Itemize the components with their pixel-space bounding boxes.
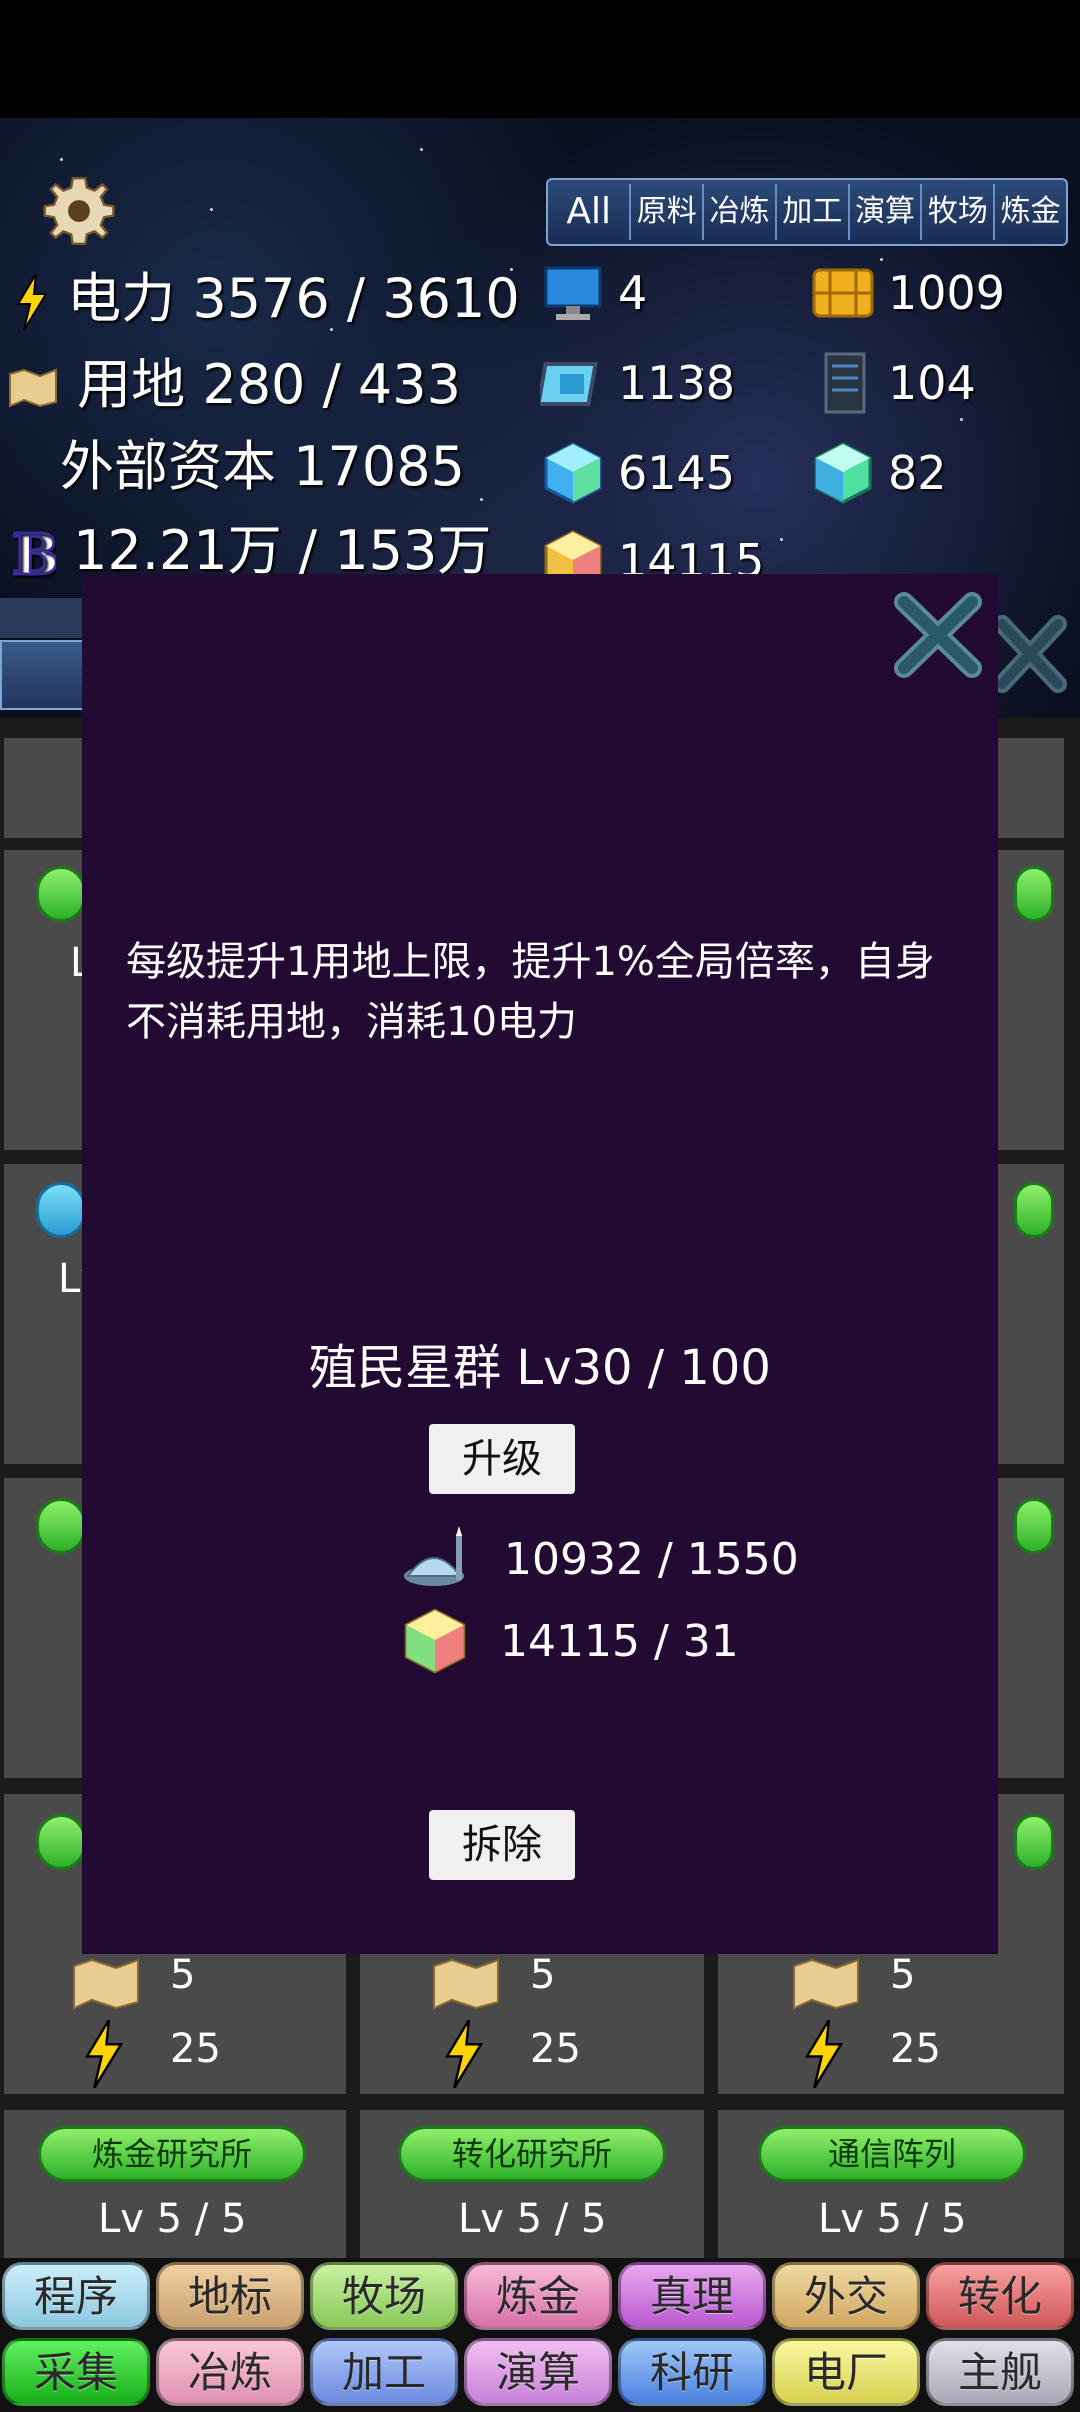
building-name-tag[interactable]: 转化研究所: [398, 2126, 666, 2182]
tab-landmark[interactable]: 地标: [156, 2262, 304, 2330]
lightning-icon: [84, 2020, 124, 2088]
tab-ranch[interactable]: 牧场: [310, 2262, 458, 2330]
tab-convert[interactable]: 转化: [926, 2262, 1074, 2330]
building-name-level: 殖民星群 Lv30 / 100: [309, 1340, 771, 1396]
dome-icon: [404, 1526, 464, 1586]
server-icon: [824, 352, 866, 414]
power-stat: 电力 3576 / 3610: [14, 254, 520, 333]
tab-alchemy[interactable]: 炼金: [464, 2262, 612, 2330]
grid-cell: [4, 738, 82, 838]
tab-smelt[interactable]: 冶炼: [156, 2338, 304, 2406]
map-icon: [73, 1958, 139, 2010]
building-tag-partial: [36, 1814, 86, 1870]
building-tag-partial: [1014, 1182, 1054, 1238]
tab-truth[interactable]: 真理: [618, 2262, 766, 2330]
resource-chip: 1009: [810, 260, 1005, 326]
resource-crystal-blue: 6145: [540, 440, 735, 506]
tab-compute[interactable]: 演算: [850, 184, 923, 240]
tab-program[interactable]: 程序: [2, 2262, 150, 2330]
land-label: 用地 280 / 433: [77, 353, 461, 416]
crystal-blue-icon: [544, 442, 602, 504]
upgrade-cost-1: 10932 / 1550: [400, 1526, 799, 1592]
tab-diplomacy[interactable]: 外交: [772, 2262, 920, 2330]
computer-icon: [544, 266, 602, 320]
tab-research[interactable]: 科研: [618, 2338, 766, 2406]
chip-card-icon: [812, 268, 874, 318]
land-stat: 用地 280 / 433: [6, 340, 461, 419]
building-name-tag[interactable]: 炼金研究所: [38, 2126, 306, 2182]
resource-cpu: 1138: [540, 350, 735, 416]
building-list-tab-partial: [0, 640, 90, 710]
category-tabs: All 原料 冶炼 加工 演算 牧场 炼金: [546, 178, 1068, 246]
lightning-icon: [16, 274, 48, 331]
resource-crystal-green: 82: [810, 440, 947, 506]
capital-stat: 外部资本 17085: [60, 422, 465, 501]
tab-all[interactable]: All: [548, 184, 632, 240]
close-icon[interactable]: [990, 612, 1070, 696]
map-icon: [433, 1958, 499, 2010]
tab-process[interactable]: 加工: [777, 184, 850, 240]
svg-text:B: B: [12, 526, 56, 582]
power-label: 电力 3576 / 3610: [67, 267, 520, 330]
bottom-tab-bar: 程序 地标 牧场 炼金 真理 外交 转化 采集 冶炼 加工 演算 科研 电厂 主…: [0, 2258, 1080, 2412]
tab-smelt[interactable]: 冶炼: [704, 184, 777, 240]
crystal-green-icon: [814, 442, 872, 504]
building-level: Lv 5 / 5: [458, 2196, 607, 2242]
building-detail-modal: [82, 574, 998, 1954]
building-name-tag[interactable]: 通信阵列: [758, 2126, 1026, 2182]
tab-gather[interactable]: 采集: [2, 2338, 150, 2406]
building-tag-partial: [36, 866, 86, 922]
tab-mothership[interactable]: 主舰: [926, 2338, 1074, 2406]
building-tag-partial: [1014, 1814, 1054, 1870]
tab-ranch[interactable]: 牧场: [922, 184, 996, 240]
status-bar: [0, 0, 1080, 118]
tab-raw[interactable]: 原料: [631, 184, 705, 240]
tab-alchemy[interactable]: 炼金: [995, 184, 1066, 240]
building-level: Lv 5 / 5: [818, 2196, 967, 2242]
grid-cell: [998, 738, 1064, 838]
map-icon: [793, 1958, 859, 2010]
building-tag-partial: [36, 1498, 86, 1554]
tab-process[interactable]: 加工: [310, 2338, 458, 2406]
tab-compute[interactable]: 演算: [464, 2338, 612, 2406]
building-level: Lv 5 / 5: [98, 2196, 247, 2242]
tab-powerplant[interactable]: 电厂: [772, 2338, 920, 2406]
lightning-icon: [444, 2020, 484, 2088]
upgrade-button[interactable]: 升级: [429, 1424, 575, 1494]
crystal-rainbow-icon: [404, 1608, 466, 1674]
building-tag-partial: [1014, 1498, 1054, 1554]
b-label: 12.21万 / 153万: [73, 519, 492, 582]
building-tag-partial: [36, 1182, 86, 1238]
building-description: 每级提升1用地上限，提升1%全局倍率，自身不消耗用地，消耗10电力: [126, 939, 935, 1045]
resource-computer: 4: [540, 260, 647, 326]
lightning-icon: [804, 2020, 844, 2088]
settings-gear-icon[interactable]: [40, 172, 118, 250]
capital-label: 外部资本 17085: [60, 435, 465, 498]
close-icon[interactable]: [890, 590, 986, 680]
upgrade-cost-2: 14115 / 31: [400, 1606, 739, 1676]
resource-server: 104: [810, 350, 976, 416]
demolish-button[interactable]: 拆除: [429, 1810, 575, 1880]
building-list-header-partial: [0, 598, 90, 638]
b-currency-icon: B: [11, 526, 57, 582]
map-icon: [9, 368, 57, 408]
building-tag-partial: [1014, 866, 1054, 922]
cpu-icon: [540, 362, 598, 406]
